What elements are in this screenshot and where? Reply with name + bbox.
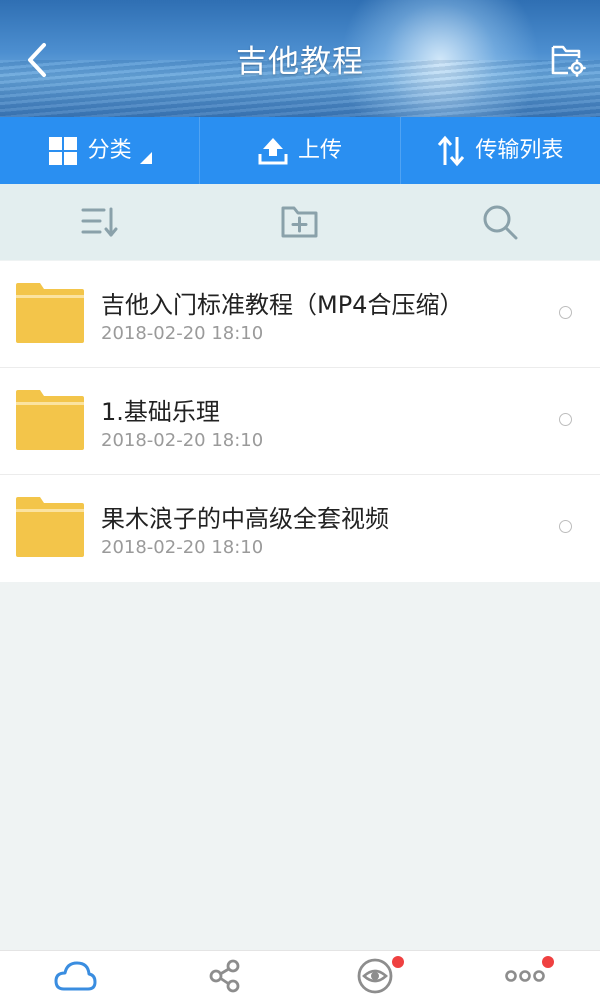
notification-badge	[392, 956, 404, 968]
folder-row[interactable]: 吉他入门标准教程（MP4合压缩） 2018-02-20 18:10	[0, 261, 600, 368]
dropdown-caret-icon	[139, 151, 152, 164]
transfer-list-button[interactable]: 传输列表	[399, 117, 600, 184]
nav-more[interactable]	[450, 951, 600, 1001]
cloud-icon	[54, 961, 97, 991]
upload-label: 上传	[297, 137, 342, 163]
select-radio[interactable]	[559, 306, 572, 319]
select-radio[interactable]	[559, 520, 572, 533]
file-list: 吉他入门标准教程（MP4合压缩） 2018-02-20 18:10 1.基础乐理…	[0, 261, 600, 582]
nav-share[interactable]	[150, 951, 300, 1001]
category-button[interactable]: 分类	[0, 117, 199, 184]
folder-timestamp: 2018-02-20 18:10	[101, 323, 264, 344]
new-folder-icon	[281, 206, 318, 238]
folder-timestamp: 2018-02-20 18:10	[101, 537, 264, 558]
bottom-navigation	[0, 950, 600, 1001]
more-icon	[505, 970, 545, 982]
sort-button[interactable]	[0, 184, 200, 260]
file-toolbar	[0, 184, 600, 260]
transfer-arrows-icon	[438, 135, 465, 166]
folder-timestamp: 2018-02-20 18:10	[101, 430, 264, 451]
folder-row[interactable]: 1.基础乐理 2018-02-20 18:10	[0, 368, 600, 475]
upload-icon	[258, 137, 288, 164]
eye-icon	[357, 958, 393, 994]
grid-icon	[48, 136, 77, 165]
nav-cloud[interactable]	[0, 951, 150, 1001]
folder-name: 1.基础乐理	[101, 398, 220, 426]
sort-icon	[81, 207, 118, 237]
page-title: 吉他教程	[236, 44, 364, 80]
new-folder-button[interactable]	[200, 184, 400, 260]
folder-icon	[16, 283, 84, 343]
folder-icon	[16, 390, 84, 450]
notification-badge	[542, 956, 554, 968]
search-button[interactable]	[400, 184, 600, 260]
share-icon	[209, 959, 240, 993]
search-icon	[483, 205, 518, 240]
category-label: 分类	[87, 137, 132, 163]
folder-settings-button[interactable]	[548, 41, 588, 81]
action-bar: 分类 上传 传输列表	[0, 117, 600, 184]
transfer-list-label: 传输列表	[475, 137, 564, 163]
folder-name: 吉他入门标准教程（MP4合压缩）	[101, 291, 464, 319]
folder-name: 果木浪子的中高级全套视频	[101, 505, 389, 533]
select-radio[interactable]	[559, 413, 572, 426]
nav-discover[interactable]	[300, 951, 450, 1001]
header-bar: 吉他教程	[0, 0, 600, 117]
folder-icon	[16, 497, 84, 557]
folder-settings-icon	[551, 45, 586, 77]
upload-button[interactable]: 上传	[199, 117, 399, 184]
folder-row[interactable]: 果木浪子的中高级全套视频 2018-02-20 18:10	[0, 475, 600, 582]
